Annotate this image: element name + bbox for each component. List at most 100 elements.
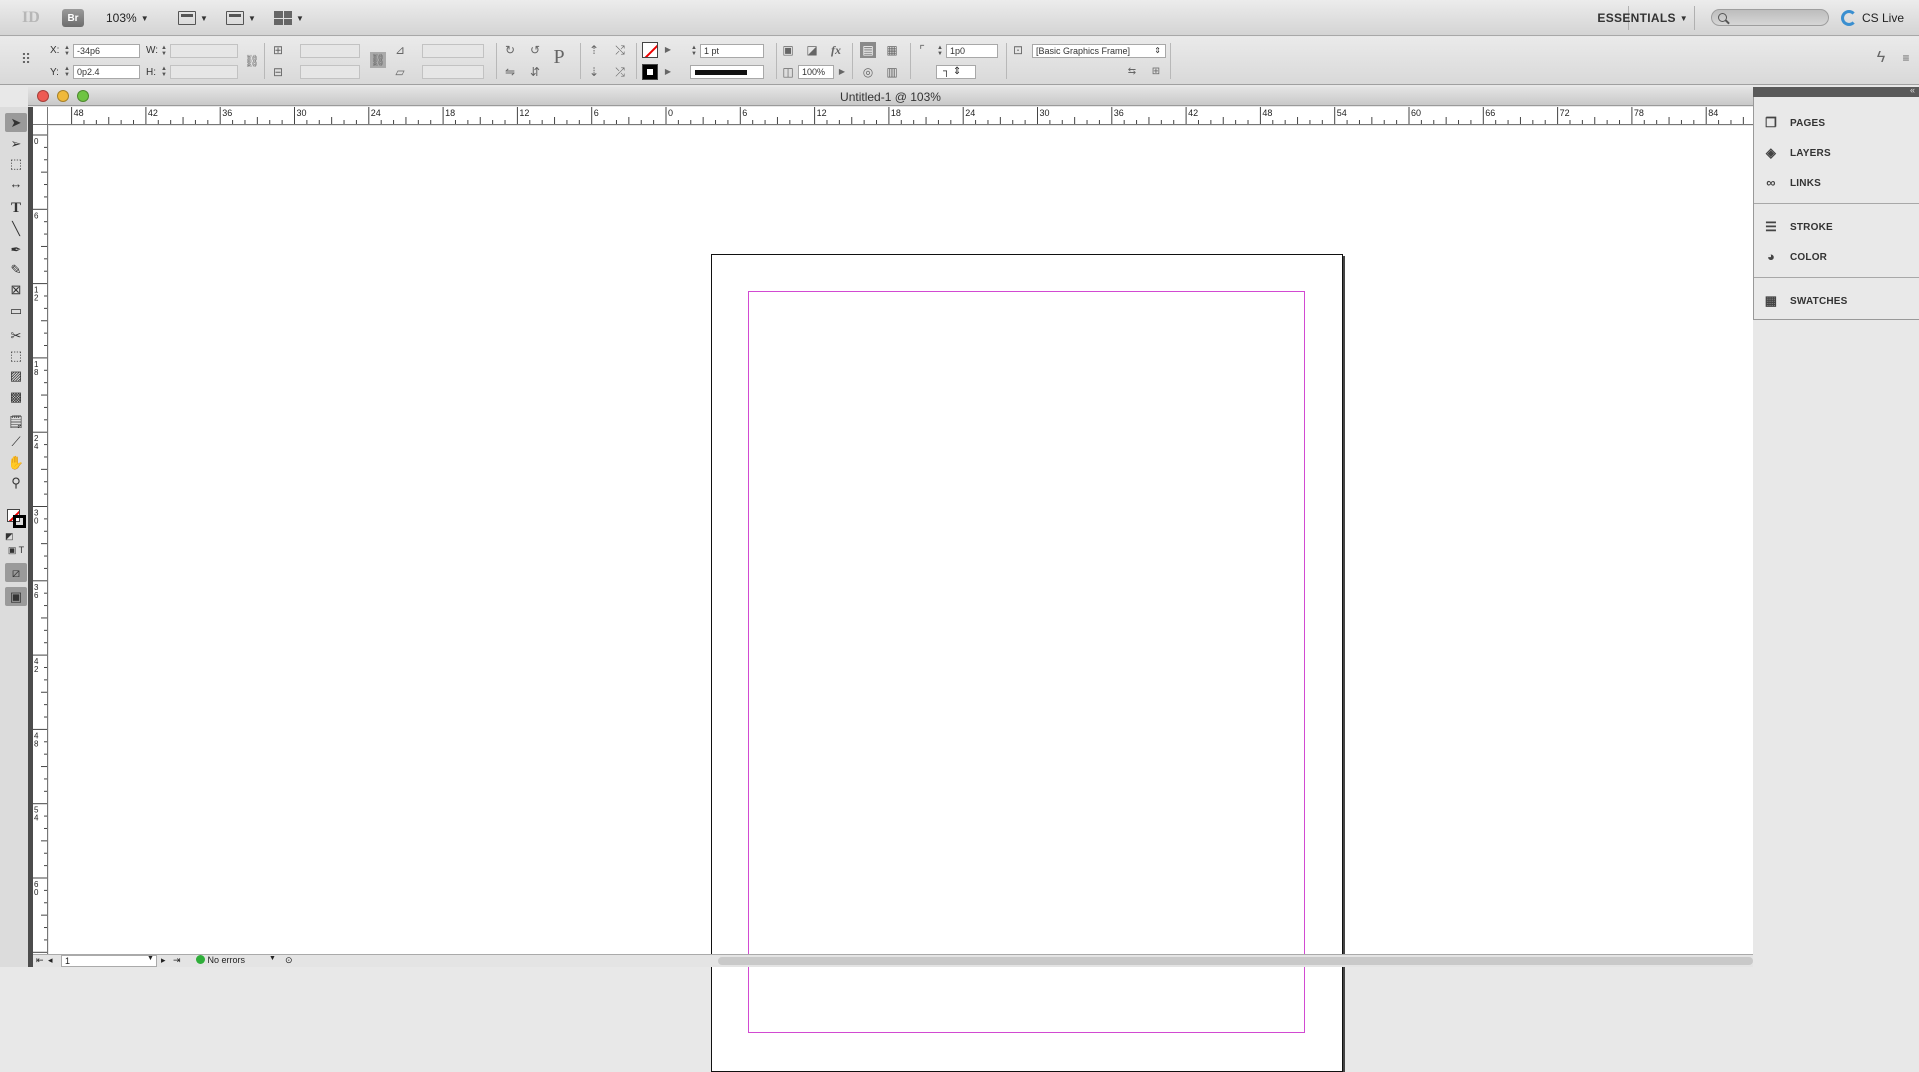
collapse-dock-icon[interactable]: « [1910,85,1915,95]
fill-menu-arrow-icon[interactable]: ▶ [660,42,676,58]
scale-x-field[interactable] [300,44,360,58]
rectangle-frame-tool-icon[interactable]: ⊠ [5,280,27,299]
horizontal-scrollbar[interactable] [718,957,1753,965]
stroke-weight-field[interactable]: 1 pt [700,44,764,58]
previous-page-button[interactable]: ◂ [48,955,53,966]
chevron-down-icon[interactable]: ▼ [147,955,154,962]
chevron-down-icon[interactable]: ▼ [269,955,276,962]
dock-item-swatches[interactable]: ▦ SWATCHES [1762,291,1848,311]
constrain-proportions-icon[interactable]: ⛓ [244,53,260,69]
zoom-tool-icon[interactable]: ⚲ [5,473,27,492]
stroke-type-dropdown[interactable] [690,65,764,79]
eyedropper-tool-icon[interactable]: ⟋ [5,432,27,451]
rotation-angle-field[interactable] [422,44,484,58]
pencil-tool-icon[interactable]: ✎ [5,260,27,279]
width-field[interactable] [170,44,238,58]
object-style-dropdown[interactable]: [Basic Graphics Frame] ⇕ [1032,44,1166,58]
zoom-level-dropdown[interactable]: 103% ▼ [106,9,149,27]
screen-mode-button[interactable]: ▼ [226,9,256,27]
horizontal-ruler[interactable]: 48 42 36 30 24 18 12 6 0 6 12 18 24 30 36 42 48 54 60 66 72 7… [48,107,1753,125]
h-stepper[interactable]: ▲ ▼ [160,66,168,80]
bridge-button[interactable]: Br [62,9,84,27]
scissors-tool-icon[interactable]: ✂ [5,326,27,345]
corner-size-stepper[interactable]: ▲ ▼ [936,45,944,59]
search-input[interactable] [1711,9,1829,26]
select-content-icon[interactable]: ⇣ [586,64,602,80]
y-field[interactable]: 0p2.4 [73,65,140,79]
first-page-button[interactable]: ⇤ [36,955,44,966]
last-page-button[interactable]: ⇥ [173,955,181,966]
gap-tool-icon[interactable]: ↔ [5,174,27,193]
view-options-button[interactable]: ▼ [178,9,208,27]
selection-tool-icon[interactable]: ➤ [5,113,27,132]
page-number-field[interactable]: 1 [61,955,157,967]
dock-item-links[interactable]: ∞ LINKS [1762,173,1821,193]
corner-options-icon[interactable]: ⌜ [914,42,930,58]
reference-point-icon[interactable]: ⠿ [18,51,34,67]
open-document-icon[interactable]: ⊙ [285,955,293,966]
gradient-feather-tool-icon[interactable]: ▩ [5,387,27,406]
page-tool-icon[interactable]: ⬚ [5,154,27,173]
note-tool-icon[interactable]: 🗒 [5,412,27,431]
x-stepper[interactable]: ▲ ▼ [63,45,71,59]
text-wrap-shape-icon[interactable]: ◎ [860,64,876,80]
select-next-object-icon[interactable]: ⤮ [612,64,628,80]
apply-none-icon[interactable]: ⧄ [5,563,27,582]
dock-item-pages[interactable]: ❐ PAGES [1762,113,1825,133]
gradient-swatch-tool-icon[interactable]: ▨ [5,366,27,385]
shear-angle-field[interactable] [422,65,484,79]
clear-overrides-icon[interactable]: ⇆ [1124,64,1140,80]
direct-selection-tool-icon[interactable]: ➢ [5,134,27,153]
dock-item-color[interactable]: ◕ COLOR [1762,247,1827,267]
lightning-icon[interactable]: ϟ [1873,50,1889,66]
ruler-origin[interactable] [33,107,48,125]
text-wrap-jump-icon[interactable]: ▥ [884,64,900,80]
w-stepper[interactable]: ▲ ▼ [160,45,168,59]
stroke-swatch[interactable] [642,64,658,80]
dock-item-stroke[interactable]: ☰ STROKE [1762,217,1833,237]
dock-item-layers[interactable]: ◈ LAYERS [1762,143,1831,163]
vertical-ruler[interactable]: 061218243036424854606 [33,125,48,955]
y-stepper[interactable]: ▲ ▼ [63,66,71,80]
preflight-status[interactable]: No errors [196,955,245,965]
height-field[interactable] [170,65,238,79]
constrain-scale-icon[interactable]: ⛓ [370,52,386,68]
corner-size-field[interactable]: 1p0 [946,44,998,58]
effects-icon[interactable]: fx [828,42,844,58]
apply-style-icon[interactable]: ⊞ [1148,64,1164,80]
rotate-cw-icon[interactable]: ↻ [502,42,518,58]
rotate-ccw-icon[interactable]: ↺ [527,42,543,58]
panel-dock-header[interactable]: « [1753,85,1919,97]
stroke-weight-stepper[interactable]: ▲ ▼ [690,45,698,59]
text-wrap-none-icon[interactable]: ▤ [860,42,876,58]
screen-mode-normal-icon[interactable]: ▣ [5,587,27,606]
pasteboard[interactable] [49,126,1753,1072]
opacity-field[interactable]: 100% [798,65,834,79]
drop-shadow-icon[interactable]: ▣ [780,42,796,58]
line-tool-icon[interactable]: ╲ [5,219,27,238]
rectangle-tool-icon[interactable]: ▭ [5,301,27,320]
x-field[interactable]: -34p6 [73,44,140,58]
text-wrap-bounding-icon[interactable]: ▦ [884,42,900,58]
document-title-bar[interactable]: Untitled-1 @ 103% [28,87,1753,106]
flip-horizontal-icon[interactable]: ⇋ [502,64,518,80]
stroke-menu-arrow-icon[interactable]: ▶ [660,64,676,80]
opacity-menu-arrow-icon[interactable]: ▶ [834,64,850,80]
document-page[interactable] [711,254,1343,1072]
scale-y-field[interactable] [300,65,360,79]
stroke-style-icon[interactable]: ◪ [804,42,820,58]
fill-swatch[interactable] [642,42,658,58]
select-previous-object-icon[interactable]: ⤭ [612,42,628,58]
flip-vertical-icon[interactable]: ⇵ [527,64,543,80]
select-container-icon[interactable]: ⇡ [586,42,602,58]
pen-tool-icon[interactable]: ✒ [5,240,27,259]
formatting-container-icon[interactable]: ▣ T [5,541,27,560]
cs-live-button[interactable]: CS Live [1840,10,1904,26]
workspace-switcher[interactable]: ESSENTIALS ▼ [1597,9,1688,27]
type-tool-icon[interactable]: T [5,199,27,218]
arrange-documents-button[interactable]: ▼ [274,9,304,27]
free-transform-tool-icon[interactable]: ⬚ [5,346,27,365]
next-page-button[interactable]: ▸ [161,955,166,966]
panel-menu-icon[interactable]: ≡ [1898,50,1914,66]
corner-shape-dropdown[interactable]: ┐ ⇕ [936,65,976,79]
